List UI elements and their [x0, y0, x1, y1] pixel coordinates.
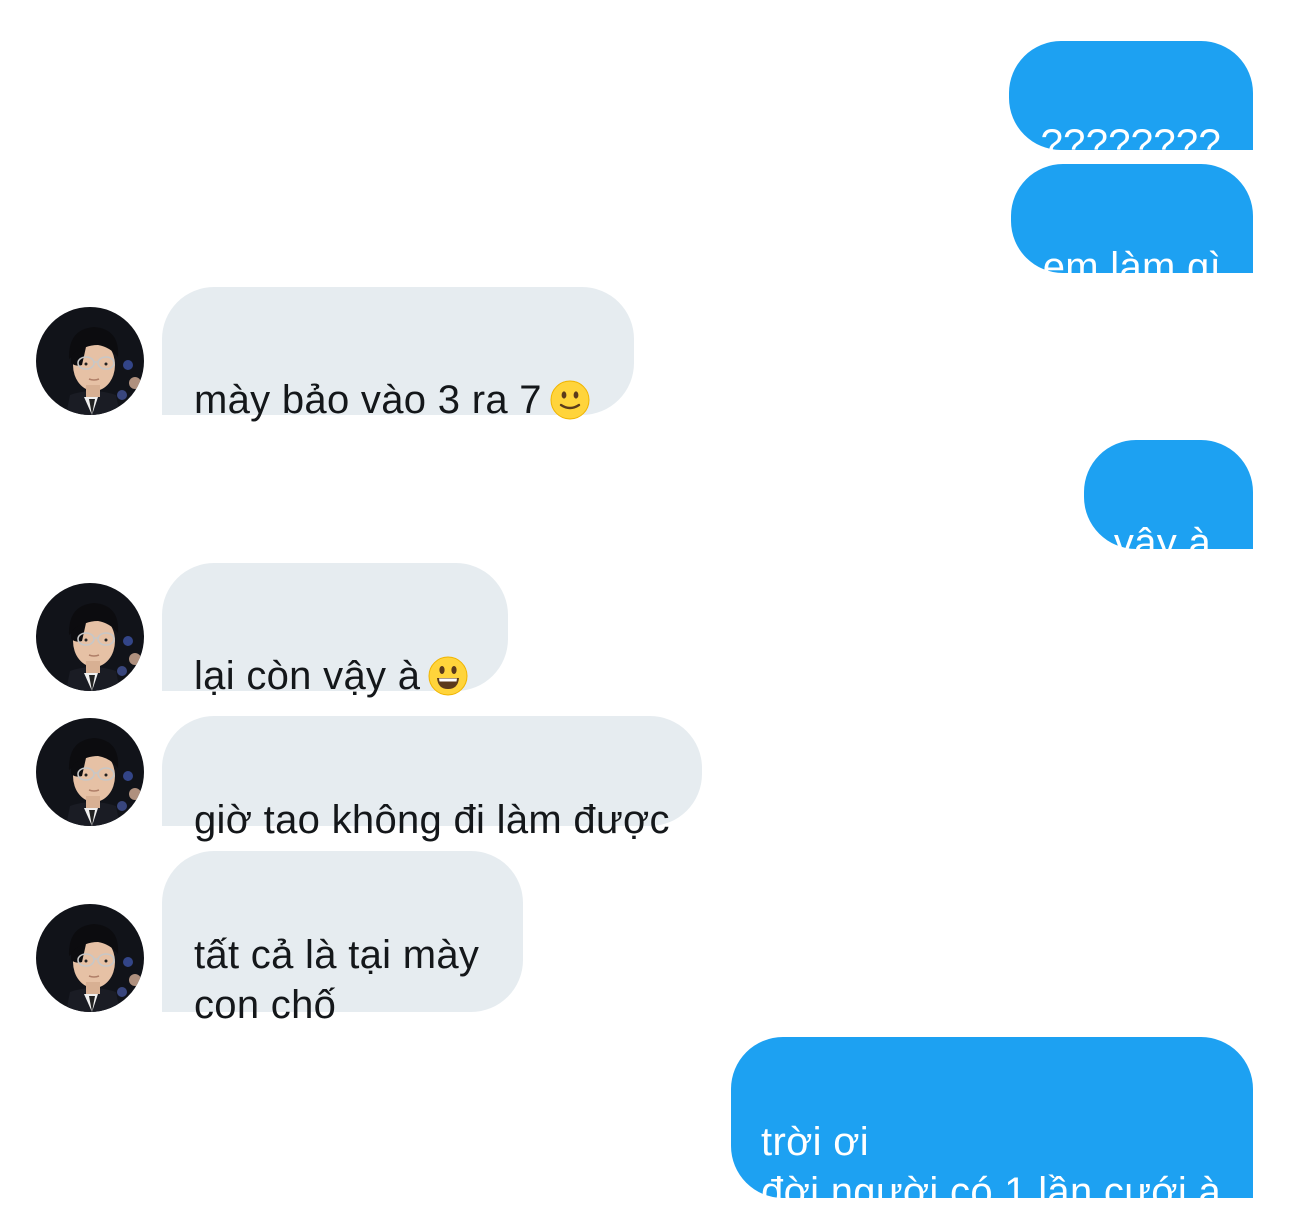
received-message-bubble[interactable]: mày bảo vào 3 ra 7 — [162, 287, 634, 422]
sent-message-bubble[interactable]: trời ơi đời người có 1 lần cưới à — [731, 1037, 1253, 1214]
contact-avatar[interactable] — [36, 718, 144, 826]
message-text: giờ tao không đi làm được — [194, 798, 670, 842]
message-text: vậy à — [1113, 521, 1211, 565]
avatar-image — [36, 583, 144, 691]
sent-message-bubble[interactable]: ???????? — [1008, 41, 1253, 166]
avatar-image — [36, 904, 144, 1012]
contact-avatar[interactable] — [36, 904, 144, 1012]
received-message-bubble[interactable]: lại còn vậy à — [162, 563, 509, 698]
avatar-image — [36, 307, 144, 415]
contact-avatar[interactable] — [36, 583, 144, 691]
grinning-face-icon — [428, 656, 468, 696]
slightly-smiling-face-icon — [550, 380, 590, 420]
avatar-image — [36, 718, 144, 826]
message-text: em làm gì — [1042, 245, 1221, 289]
dm-conversation: ???????? em làm gì mày bảo vào 3 ra 7 vậ… — [0, 0, 1290, 1214]
received-message-bubble[interactable]: tất cả là tại mày con chố — [162, 851, 524, 1027]
message-text: lại còn vậy à — [194, 654, 421, 698]
message-text: ???????? — [1040, 122, 1221, 166]
received-message-bubble[interactable]: giờ tao không đi làm được — [162, 716, 702, 842]
message-text: tất cả là tại mày con chố — [194, 933, 480, 1027]
message-text: trời ơi đời người có 1 lần cưới à — [761, 1120, 1221, 1214]
sent-message-bubble[interactable]: em làm gì — [1010, 164, 1253, 289]
contact-avatar[interactable] — [36, 307, 144, 415]
message-text: mày bảo vào 3 ra 7 — [194, 378, 542, 422]
sent-message-bubble[interactable]: vậy à — [1083, 440, 1253, 565]
